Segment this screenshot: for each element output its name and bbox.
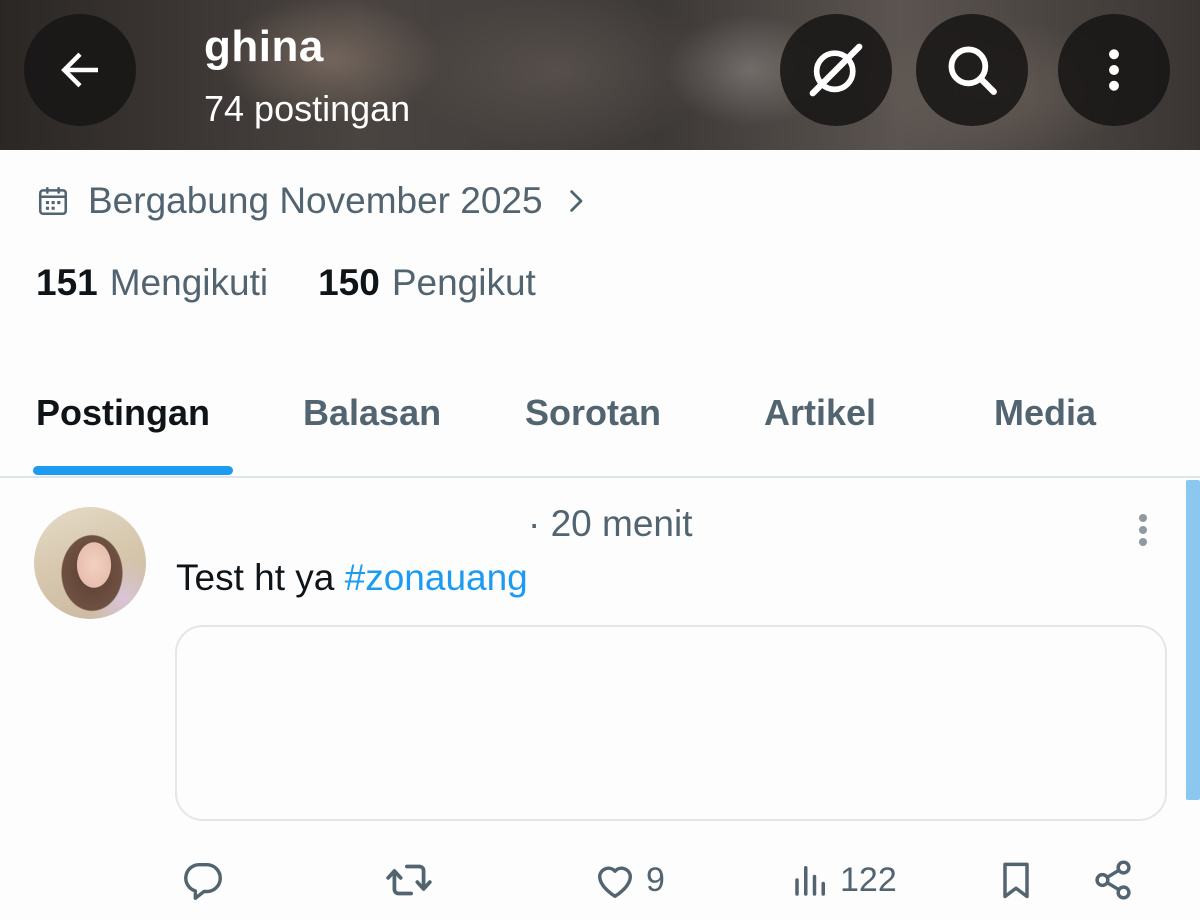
search-button[interactable] bbox=[916, 14, 1028, 126]
tab-postingan[interactable]: Postingan bbox=[36, 392, 210, 434]
views-button[interactable]: 122 bbox=[790, 855, 897, 905]
bookmark-button[interactable] bbox=[994, 855, 1038, 905]
reply-button[interactable] bbox=[180, 855, 226, 905]
chevron-right-icon bbox=[569, 190, 582, 212]
followers-link[interactable]: 150 Pengikut bbox=[318, 262, 536, 304]
hashtag-link[interactable]: #zonauang bbox=[345, 557, 528, 598]
following-count: 151 bbox=[36, 262, 98, 303]
tab-balasan[interactable]: Balasan bbox=[303, 392, 441, 434]
media-card[interactable] bbox=[175, 625, 1167, 821]
analytics-bars-icon bbox=[795, 866, 825, 896]
post-more-button[interactable] bbox=[1128, 510, 1158, 550]
scrollbar[interactable] bbox=[1186, 480, 1200, 800]
profile-header-banner: ghina 74 postingan bbox=[0, 0, 1200, 150]
more-options-button[interactable] bbox=[1058, 14, 1170, 126]
post-count: 74 postingan bbox=[204, 88, 411, 129]
following-link[interactable]: 151 Mengikuti bbox=[36, 262, 268, 304]
avatar[interactable] bbox=[34, 507, 146, 619]
post-body: Test ht ya bbox=[176, 557, 335, 598]
tab-sorotan[interactable]: Sorotan bbox=[525, 392, 661, 434]
more-vertical-icon bbox=[1109, 49, 1119, 91]
followers-count: 150 bbox=[318, 262, 380, 303]
join-date-text: Bergabung November 2025 bbox=[88, 180, 543, 221]
follow-stats: 151 Mengikuti 150 Pengikut bbox=[36, 262, 536, 304]
reply-icon bbox=[184, 862, 222, 900]
back-arrow-icon bbox=[61, 52, 98, 88]
calendar-icon bbox=[38, 186, 68, 216]
back-button[interactable] bbox=[24, 14, 136, 126]
join-date-row[interactable]: Bergabung November 2025 bbox=[36, 176, 591, 226]
grok-icon bbox=[809, 43, 863, 97]
like-count: 9 bbox=[646, 860, 665, 899]
grok-button[interactable] bbox=[780, 14, 892, 126]
share-button[interactable] bbox=[1090, 855, 1136, 905]
heart-icon bbox=[597, 866, 633, 899]
post-timestamp[interactable]: · 20 menit bbox=[528, 503, 693, 545]
view-count: 122 bbox=[840, 860, 897, 899]
tab-artikel[interactable]: Artikel bbox=[764, 392, 876, 434]
like-button[interactable]: 9 bbox=[592, 855, 665, 905]
tab-media[interactable]: Media bbox=[994, 392, 1096, 434]
repost-button[interactable] bbox=[384, 855, 434, 905]
search-icon bbox=[948, 46, 997, 95]
profile-screen: ghina 74 postingan Bergabung November 20… bbox=[0, 0, 1200, 920]
profile-name: ghina bbox=[204, 22, 324, 71]
bookmark-icon bbox=[1003, 862, 1029, 899]
share-icon bbox=[1095, 860, 1131, 900]
post-text: Test ht ya #zonauang bbox=[176, 557, 528, 599]
following-label: Mengikuti bbox=[109, 262, 269, 303]
repost-icon bbox=[386, 864, 432, 896]
more-vertical-icon bbox=[1139, 514, 1147, 546]
profile-tabs: Postingan Balasan Sorotan Artikel Media bbox=[0, 380, 1200, 478]
followers-label: Pengikut bbox=[391, 262, 536, 303]
active-tab-indicator bbox=[33, 466, 233, 475]
